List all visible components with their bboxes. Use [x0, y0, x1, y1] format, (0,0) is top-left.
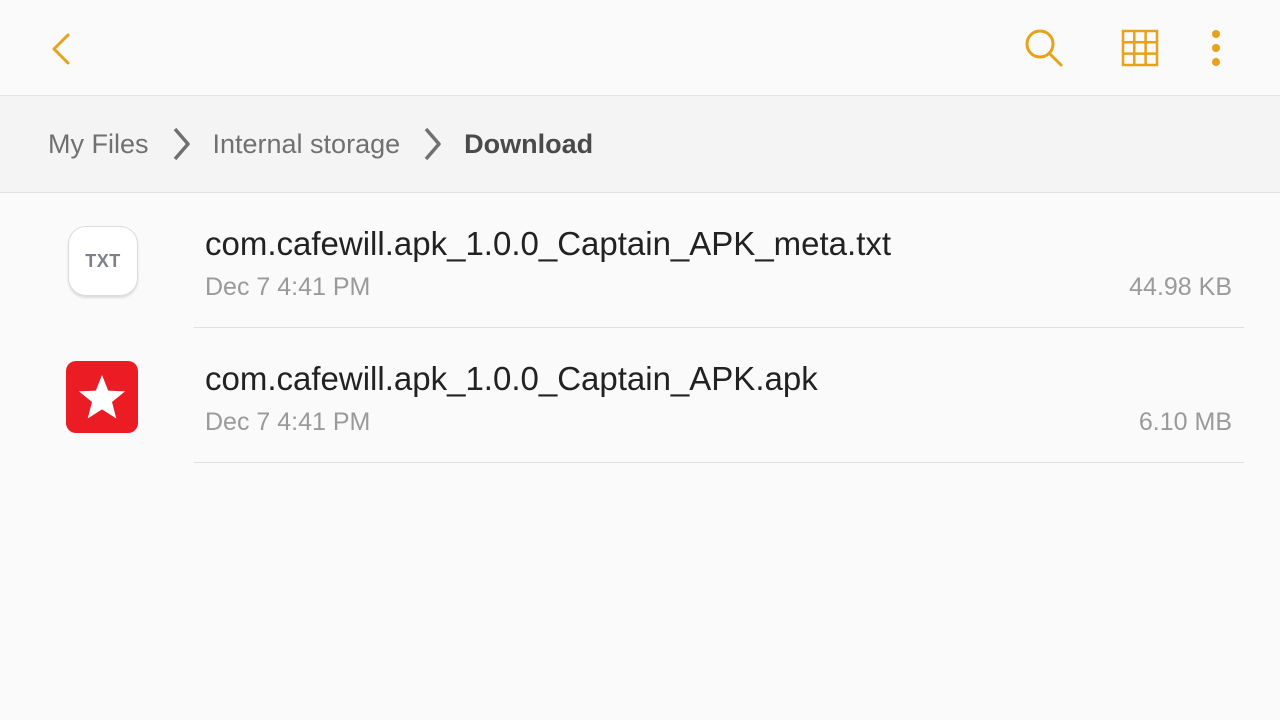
- file-size: 44.98 KB: [1129, 273, 1232, 301]
- search-icon: [1025, 29, 1063, 67]
- file-size: 6.10 MB: [1138, 408, 1232, 436]
- txt-icon-label: TXT: [68, 226, 138, 296]
- more-options-icon: [1212, 30, 1220, 66]
- breadcrumb-item-my-files[interactable]: My Files: [48, 129, 149, 160]
- grid-view-button[interactable]: [1114, 22, 1166, 74]
- more-options-button[interactable]: [1196, 22, 1236, 74]
- file-list-item[interactable]: com.cafewill.apk_1.0.0_Captain_APK.apk D…: [0, 328, 1280, 463]
- file-date: Dec 7 4:41 PM: [205, 273, 371, 301]
- chevron-right-icon: [149, 124, 213, 164]
- breadcrumb: My Files Internal storage Download: [0, 96, 1280, 193]
- breadcrumb-item-download[interactable]: Download: [464, 129, 593, 160]
- apk-star-icon: [66, 361, 138, 433]
- row-divider: [194, 462, 1244, 463]
- top-toolbar: [0, 0, 1280, 96]
- back-arrow-icon: [52, 33, 70, 65]
- txt-file-icon: TXT: [66, 226, 138, 298]
- file-list-item[interactable]: TXT com.cafewill.apk_1.0.0_Captain_APK_m…: [0, 193, 1280, 328]
- chevron-right-icon: [400, 124, 464, 164]
- grid-view-icon: [1121, 29, 1159, 67]
- breadcrumb-item-internal-storage[interactable]: Internal storage: [213, 129, 401, 160]
- file-name: com.cafewill.apk_1.0.0_Captain_APK.apk: [205, 360, 818, 397]
- file-date: Dec 7 4:41 PM: [205, 408, 371, 436]
- file-name: com.cafewill.apk_1.0.0_Captain_APK_meta.…: [205, 225, 892, 262]
- search-button[interactable]: [1018, 22, 1070, 74]
- back-button[interactable]: [36, 24, 86, 74]
- file-list: TXT com.cafewill.apk_1.0.0_Captain_APK_m…: [0, 193, 1280, 463]
